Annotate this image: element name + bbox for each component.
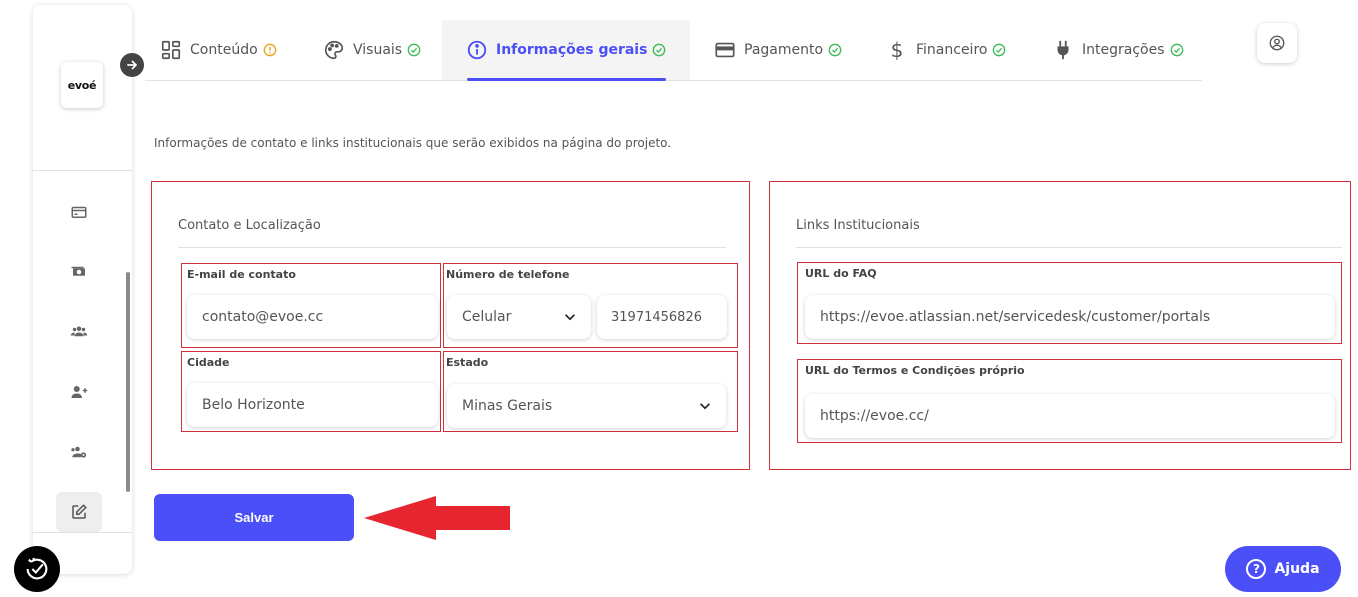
email-field-group: E-mail de contato contato@evoe.cc bbox=[181, 263, 441, 348]
sidebar-divider bbox=[33, 170, 132, 171]
tab-financeiro[interactable]: $ Financeiro bbox=[886, 20, 1006, 80]
palette-icon bbox=[323, 39, 345, 61]
red-arrow-annotation bbox=[364, 496, 510, 540]
tab-informacoes-gerais[interactable]: Informações gerais bbox=[442, 20, 690, 81]
logo-text: evoé bbox=[67, 78, 97, 92]
check-circle-icon bbox=[828, 43, 842, 57]
tab-visuais[interactable]: Visuais bbox=[323, 20, 421, 80]
help-label: Ajuda bbox=[1274, 561, 1320, 577]
panel-title: Links Institucionais bbox=[796, 218, 920, 233]
question-icon: ? bbox=[1246, 559, 1267, 579]
field-label: Cidade bbox=[187, 356, 230, 369]
sidebar-divider bbox=[33, 532, 132, 533]
accessibility-badge-icon[interactable] bbox=[14, 546, 60, 592]
save-button[interactable]: Salvar bbox=[154, 494, 354, 541]
users-icon[interactable] bbox=[69, 321, 89, 341]
tabs-bar: Conteúdo Visuais Informações gerais Paga… bbox=[145, 20, 1202, 81]
grid-icon bbox=[160, 39, 182, 61]
tab-label: Pagamento bbox=[744, 42, 824, 58]
field-label: URL do FAQ bbox=[805, 267, 877, 280]
field-label: Estado bbox=[446, 356, 489, 369]
info-icon bbox=[466, 39, 488, 61]
intro-text: Informações de contato e links instituci… bbox=[154, 136, 672, 150]
email-field[interactable]: contato@evoe.cc bbox=[187, 295, 438, 339]
phone-type-select[interactable]: Celular bbox=[447, 295, 591, 339]
chevron-down-icon bbox=[700, 403, 710, 410]
credit-card-icon[interactable] bbox=[69, 202, 89, 222]
field-label: E-mail de contato bbox=[187, 268, 296, 281]
check-circle-icon bbox=[407, 43, 421, 57]
state-field-group: Estado Minas Gerais bbox=[443, 351, 738, 432]
field-label: URL do Termos e Condições próprio bbox=[805, 364, 1025, 377]
group-settings-icon[interactable] bbox=[69, 442, 89, 462]
edit-icon[interactable] bbox=[56, 492, 102, 532]
state-select[interactable]: Minas Gerais bbox=[447, 384, 726, 428]
card-icon bbox=[714, 39, 736, 61]
tab-label: Integrações bbox=[1082, 42, 1165, 58]
logo[interactable]: evoé bbox=[61, 62, 103, 108]
city-field[interactable]: Belo Horizonte bbox=[187, 383, 438, 427]
tab-integracoes[interactable]: Integrações bbox=[1052, 20, 1184, 80]
active-tab-indicator bbox=[467, 78, 666, 81]
profile-button[interactable] bbox=[1257, 23, 1297, 63]
check-circle-icon bbox=[1170, 43, 1184, 57]
field-label: Número de telefone bbox=[446, 268, 570, 281]
faq-field-group: URL do FAQ https://evoe.atlassian.net/se… bbox=[797, 262, 1342, 344]
terms-field-group: URL do Termos e Condições próprio https:… bbox=[797, 359, 1342, 443]
money-icon[interactable] bbox=[69, 262, 89, 282]
panel-divider bbox=[178, 247, 726, 248]
terms-url-field[interactable]: https://evoe.cc/ bbox=[805, 394, 1335, 438]
dollar-icon: $ bbox=[890, 38, 904, 62]
tab-conteudo[interactable]: Conteúdo bbox=[160, 20, 277, 80]
plug-icon bbox=[1052, 39, 1074, 61]
state-value: Minas Gerais bbox=[462, 398, 553, 414]
tab-label: Informações gerais bbox=[496, 42, 648, 58]
user-icon bbox=[1269, 35, 1285, 51]
help-button[interactable]: ? Ajuda bbox=[1225, 546, 1341, 592]
check-circle-icon bbox=[992, 43, 1006, 57]
tab-label: Visuais bbox=[353, 42, 403, 58]
phone-type-value: Celular bbox=[462, 309, 512, 325]
check-circle-icon bbox=[652, 43, 666, 57]
add-user-icon[interactable] bbox=[69, 382, 89, 402]
phone-number-input[interactable]: 31971456826 bbox=[597, 295, 727, 339]
phone-field-group: Número de telefone Celular 31971456826 bbox=[443, 263, 738, 348]
faq-url-field[interactable]: https://evoe.atlassian.net/servicedesk/c… bbox=[805, 295, 1335, 339]
panel-title: Contato e Localização bbox=[178, 218, 321, 233]
panel-divider bbox=[796, 247, 1342, 248]
tab-pagamento[interactable]: Pagamento bbox=[714, 20, 842, 80]
collapse-sidebar-button[interactable] bbox=[120, 53, 144, 77]
links-panel: Links Institucionais URL do FAQ https://… bbox=[769, 181, 1351, 470]
city-field-group: Cidade Belo Horizonte bbox=[181, 351, 441, 432]
chevron-down-icon bbox=[565, 314, 575, 321]
sidebar-scrollbar[interactable] bbox=[126, 272, 130, 492]
warning-icon bbox=[263, 43, 277, 57]
tab-label: Financeiro bbox=[916, 42, 988, 58]
tab-label: Conteúdo bbox=[190, 42, 258, 58]
sidebar: evoé bbox=[33, 5, 132, 574]
contact-panel: Contato e Localização E-mail de contato … bbox=[151, 181, 750, 470]
